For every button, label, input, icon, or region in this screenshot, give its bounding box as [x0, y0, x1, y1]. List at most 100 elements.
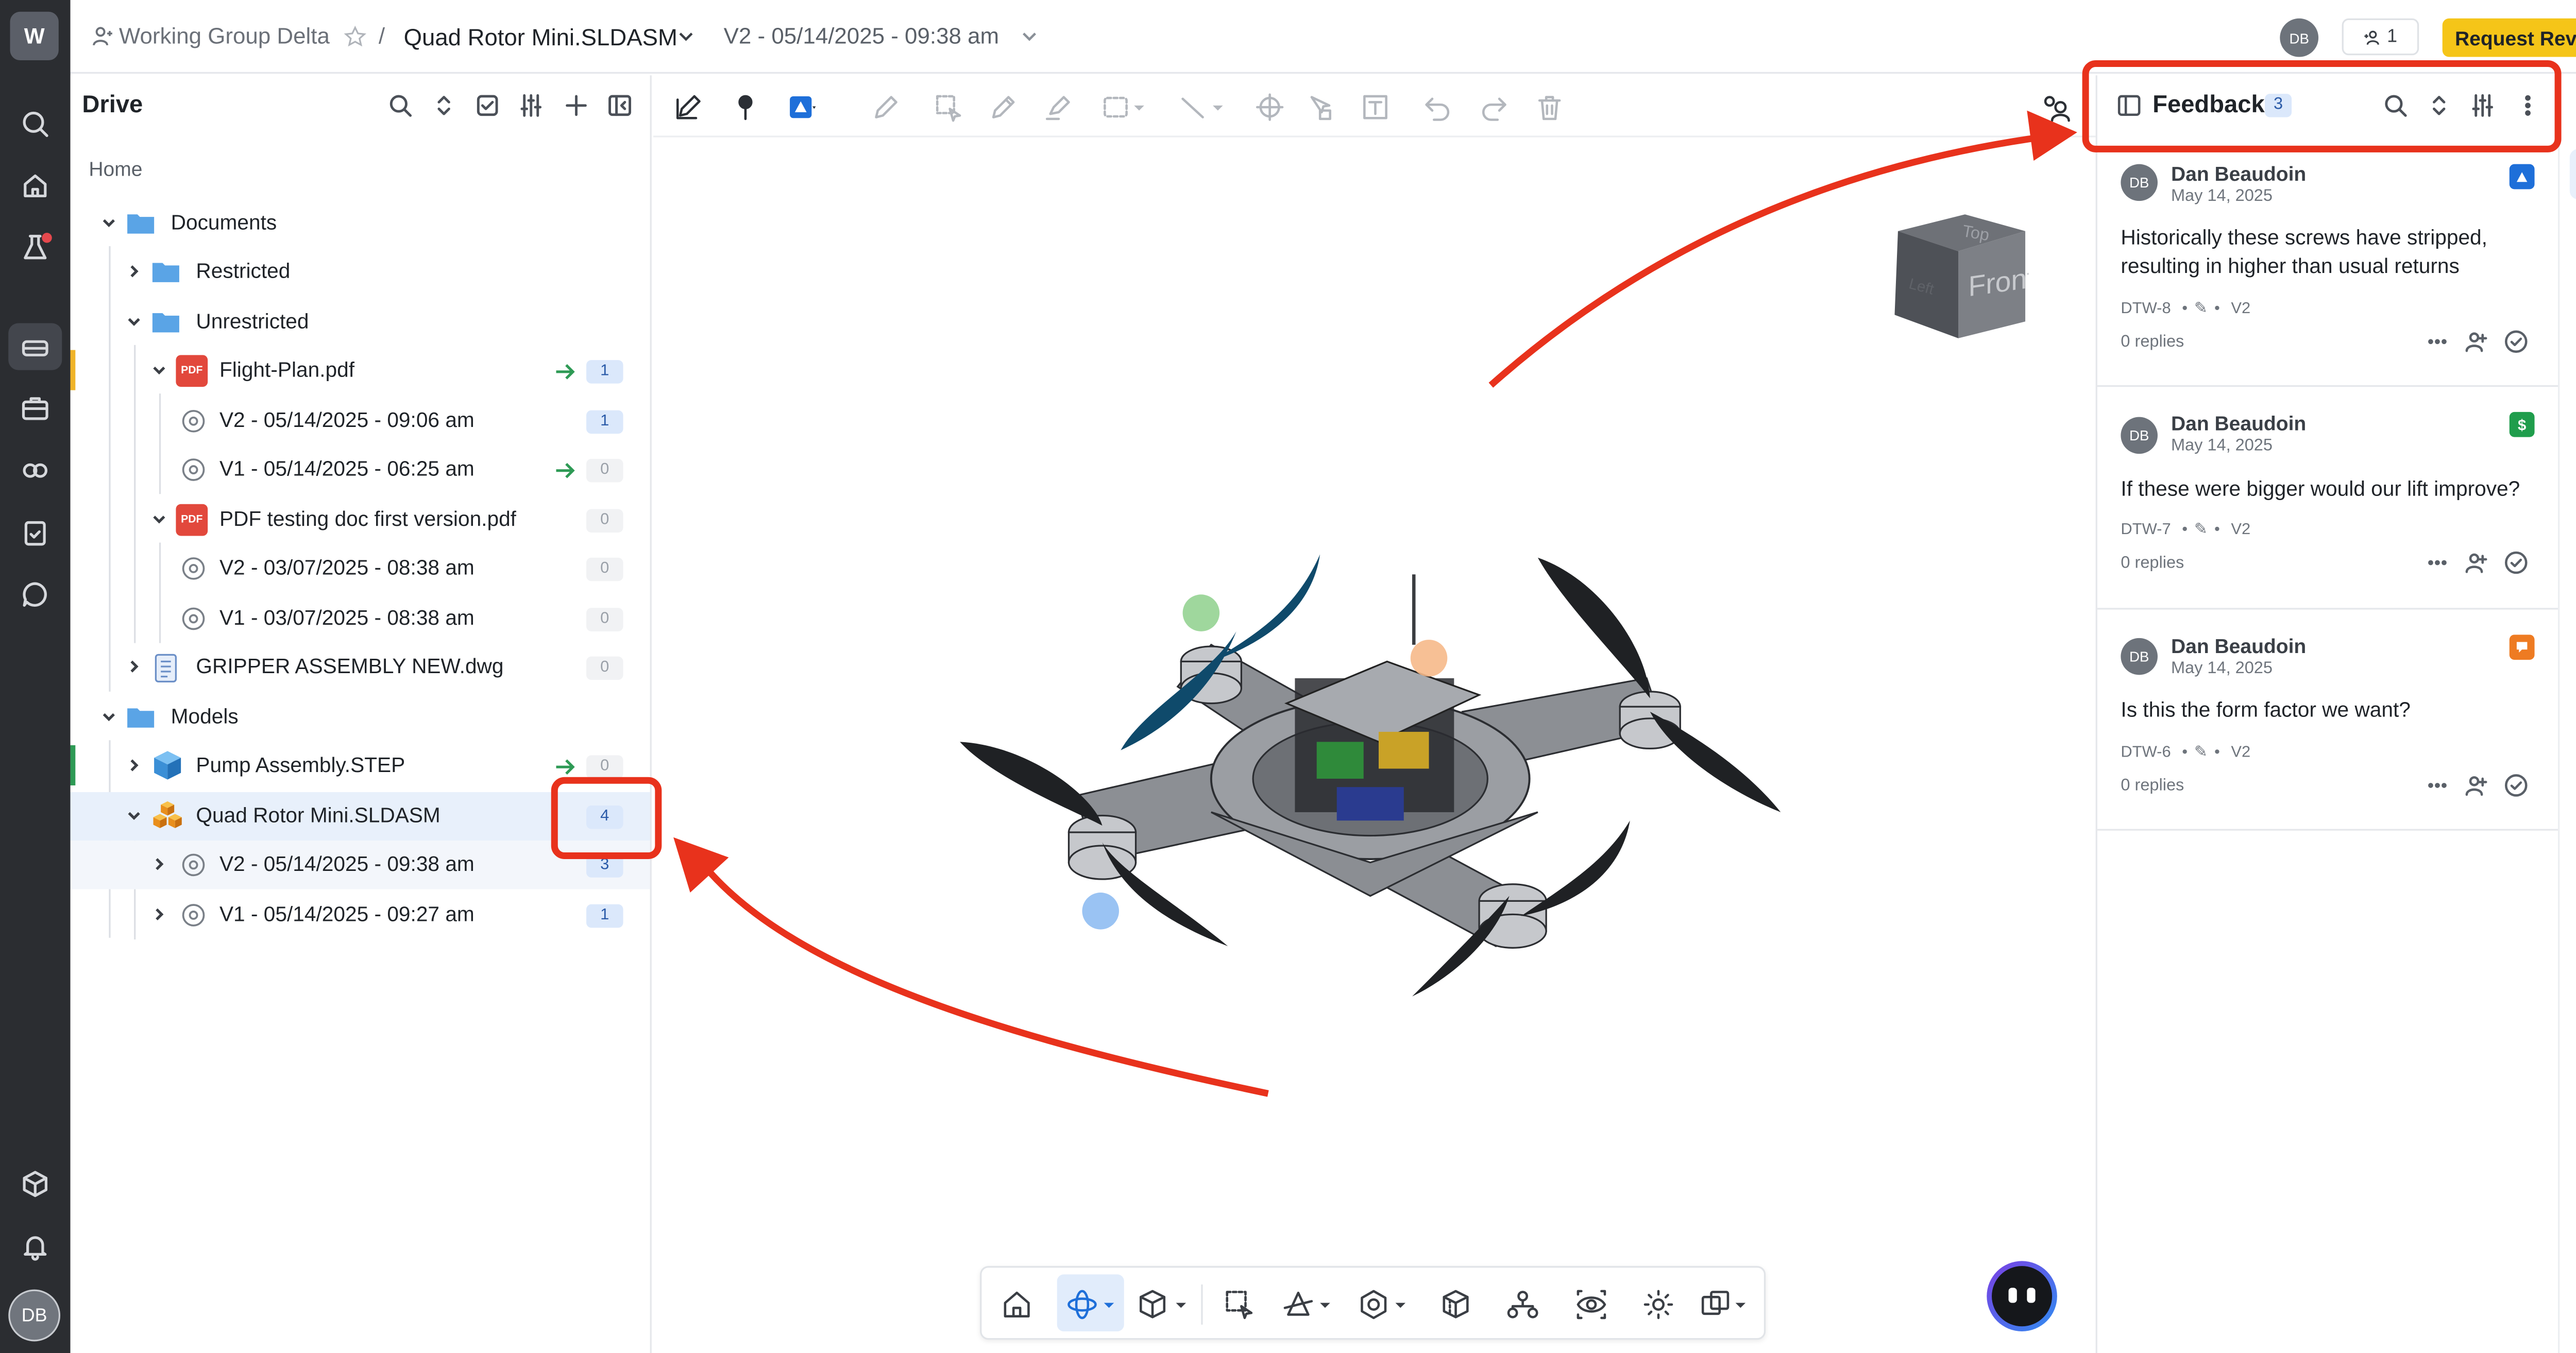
- trash-icon[interactable]: [1534, 92, 1565, 123]
- chevron-down-icon[interactable]: [1132, 92, 1146, 123]
- star-icon[interactable]: [344, 25, 367, 49]
- team-name[interactable]: Working Group Delta: [119, 24, 330, 49]
- assistant-bot-button[interactable]: [1987, 1261, 2057, 1331]
- box-select-icon[interactable]: [1223, 1288, 1257, 1321]
- rectangle-tool-icon[interactable]: [1100, 92, 1131, 123]
- tree-row-version[interactable]: V1 - 03/07/2025 - 08:38 am 0: [71, 594, 650, 643]
- tasks-icon[interactable]: [8, 509, 62, 556]
- select-checkbox-icon[interactable]: [474, 92, 501, 119]
- filter-sliders-icon[interactable]: [518, 92, 545, 119]
- collaborator-avatar[interactable]: DB: [2280, 18, 2319, 57]
- chevron-down-icon[interactable]: [100, 708, 117, 725]
- tree-row-version[interactable]: V1 - 05/14/2025 - 09:27 am 1: [71, 891, 650, 939]
- request-review-button[interactable]: Request Review: [2442, 18, 2576, 57]
- structure-icon[interactable]: [1506, 1288, 1539, 1321]
- feedback-card[interactable]: DB Dan Beaudoin May 14, 2025 Historicall…: [2097, 151, 2560, 387]
- feedback-card[interactable]: DB Dan Beaudoin May 14, 2025 Is this the…: [2097, 610, 2560, 831]
- chevron-down-icon[interactable]: [1394, 1288, 1407, 1321]
- tree-row-models[interactable]: Models: [71, 693, 650, 742]
- feedback-card[interactable]: DB Dan Beaudoin May 14, 2025 $ If these …: [2097, 387, 2560, 610]
- tree-row-version[interactable]: V2 - 05/14/2025 - 09:06 am 1: [71, 397, 650, 446]
- drive-icon[interactable]: [8, 323, 62, 370]
- crosshair-icon[interactable]: [1255, 92, 1285, 123]
- more-horizontal-icon[interactable]: [2426, 330, 2449, 354]
- workspace-avatar[interactable]: W: [10, 11, 59, 61]
- tree-row-gripper[interactable]: GRIPPER ASSEMBLY NEW.dwg 0: [71, 643, 650, 692]
- feedback-marker[interactable]: [1410, 640, 1448, 677]
- feedback-marker[interactable]: [1182, 594, 1220, 631]
- arrow-right-icon[interactable]: [553, 360, 577, 384]
- user-avatar[interactable]: DB: [8, 1289, 61, 1342]
- collapse-panel-icon[interactable]: [606, 92, 633, 119]
- file-name[interactable]: Quad Rotor Mini.SLDASM: [404, 24, 677, 50]
- assign-user-icon[interactable]: [2464, 774, 2488, 797]
- more-horizontal-icon[interactable]: [2426, 551, 2449, 575]
- cube-view-icon[interactable]: [1136, 1288, 1170, 1321]
- home-view-icon[interactable]: [1000, 1288, 1033, 1321]
- orbit-icon[interactable]: [1065, 1288, 1099, 1321]
- search-icon[interactable]: [8, 100, 62, 147]
- resolve-check-icon[interactable]: [2504, 330, 2528, 354]
- search-icon[interactable]: [387, 92, 414, 119]
- tree-row-pdf-testing[interactable]: PDF PDF testing doc first version.pdf 0: [71, 495, 650, 544]
- pen-disabled-icon[interactable]: [871, 92, 902, 123]
- cursor-select-icon[interactable]: [1305, 92, 1335, 123]
- tree-row-version[interactable]: V2 - 05/14/2025 - 09:38 am 3: [70, 841, 650, 889]
- region-select-icon[interactable]: [933, 92, 963, 123]
- model-tree-cube-icon[interactable]: [1439, 1288, 1472, 1321]
- filter-sliders-icon[interactable]: [2469, 92, 2496, 119]
- tree-row-unrestricted[interactable]: Unrestricted: [71, 298, 650, 347]
- feedback-marker[interactable]: [1082, 893, 1120, 930]
- chevron-down-icon[interactable]: [1734, 1288, 1747, 1321]
- tree-row-documents[interactable]: Documents: [71, 199, 650, 248]
- chevron-right-icon[interactable]: [151, 906, 168, 923]
- chat-icon[interactable]: [8, 571, 62, 618]
- chevron-down-icon[interactable]: [151, 362, 168, 379]
- compare-icon[interactable]: [1699, 1288, 1732, 1321]
- arrow-right-icon[interactable]: [553, 459, 577, 483]
- more-horizontal-icon[interactable]: [2426, 774, 2449, 797]
- share-button[interactable]: 1: [2342, 18, 2419, 56]
- edit-icon[interactable]: [673, 92, 704, 123]
- breadcrumb-home[interactable]: Home: [89, 158, 142, 181]
- tree-row-version[interactable]: V2 - 03/07/2025 - 08:38 am 0: [71, 544, 650, 593]
- settings-gear-icon[interactable]: [1641, 1288, 1675, 1321]
- chevron-down-icon[interactable]: [151, 511, 168, 528]
- feedback-tab-active[interactable]: [2569, 149, 2576, 199]
- redo-icon[interactable]: [1479, 92, 1510, 123]
- chevron-down-icon[interactable]: [1102, 1288, 1115, 1321]
- chevron-right-icon[interactable]: [126, 263, 143, 280]
- section-plane-icon[interactable]: [1281, 1288, 1315, 1321]
- pin-icon[interactable]: [731, 92, 761, 123]
- tree-row-version[interactable]: V1 - 05/14/2025 - 06:25 am 0: [71, 446, 650, 494]
- visibility-icon[interactable]: [1574, 1288, 1608, 1321]
- flask-icon[interactable]: [8, 225, 62, 271]
- model-viewer[interactable]: Top Front Left: [653, 75, 2096, 1353]
- chevron-down-icon[interactable]: [1020, 27, 1039, 45]
- bell-icon[interactable]: [8, 1223, 62, 1270]
- version-selector[interactable]: V2 - 05/14/2025 - 09:38 am: [724, 24, 999, 49]
- resolve-check-icon[interactable]: [2504, 551, 2528, 575]
- chevron-right-icon[interactable]: [151, 856, 168, 873]
- chevron-right-icon[interactable]: [126, 658, 143, 675]
- tree-row-flight-plan[interactable]: PDF Flight-Plan.pdf 1: [71, 347, 650, 395]
- assign-user-icon[interactable]: [2464, 551, 2488, 575]
- add-icon[interactable]: [563, 92, 590, 119]
- pencil-icon[interactable]: [988, 92, 1019, 123]
- chevron-down-icon[interactable]: [677, 27, 696, 45]
- chevron-down-icon[interactable]: [1318, 1288, 1332, 1321]
- reply-count[interactable]: 0 replies: [2121, 333, 2184, 352]
- package-icon[interactable]: [8, 1160, 62, 1207]
- integrations-icon[interactable]: [8, 447, 62, 494]
- chevron-right-icon[interactable]: [126, 757, 143, 774]
- chevron-down-icon[interactable]: [126, 313, 143, 330]
- quad-rotor-model[interactable]: [960, 544, 1781, 997]
- search-icon[interactable]: [2382, 92, 2409, 119]
- home-icon[interactable]: [8, 162, 62, 209]
- chevron-down-icon[interactable]: [126, 807, 143, 824]
- chevron-down-icon[interactable]: [100, 214, 117, 231]
- line-tool-icon[interactable]: [1178, 92, 1208, 123]
- highlighter-icon[interactable]: [1044, 92, 1074, 123]
- explode-icon[interactable]: [1357, 1288, 1391, 1321]
- visibility-settings-icon[interactable]: [2040, 92, 2071, 123]
